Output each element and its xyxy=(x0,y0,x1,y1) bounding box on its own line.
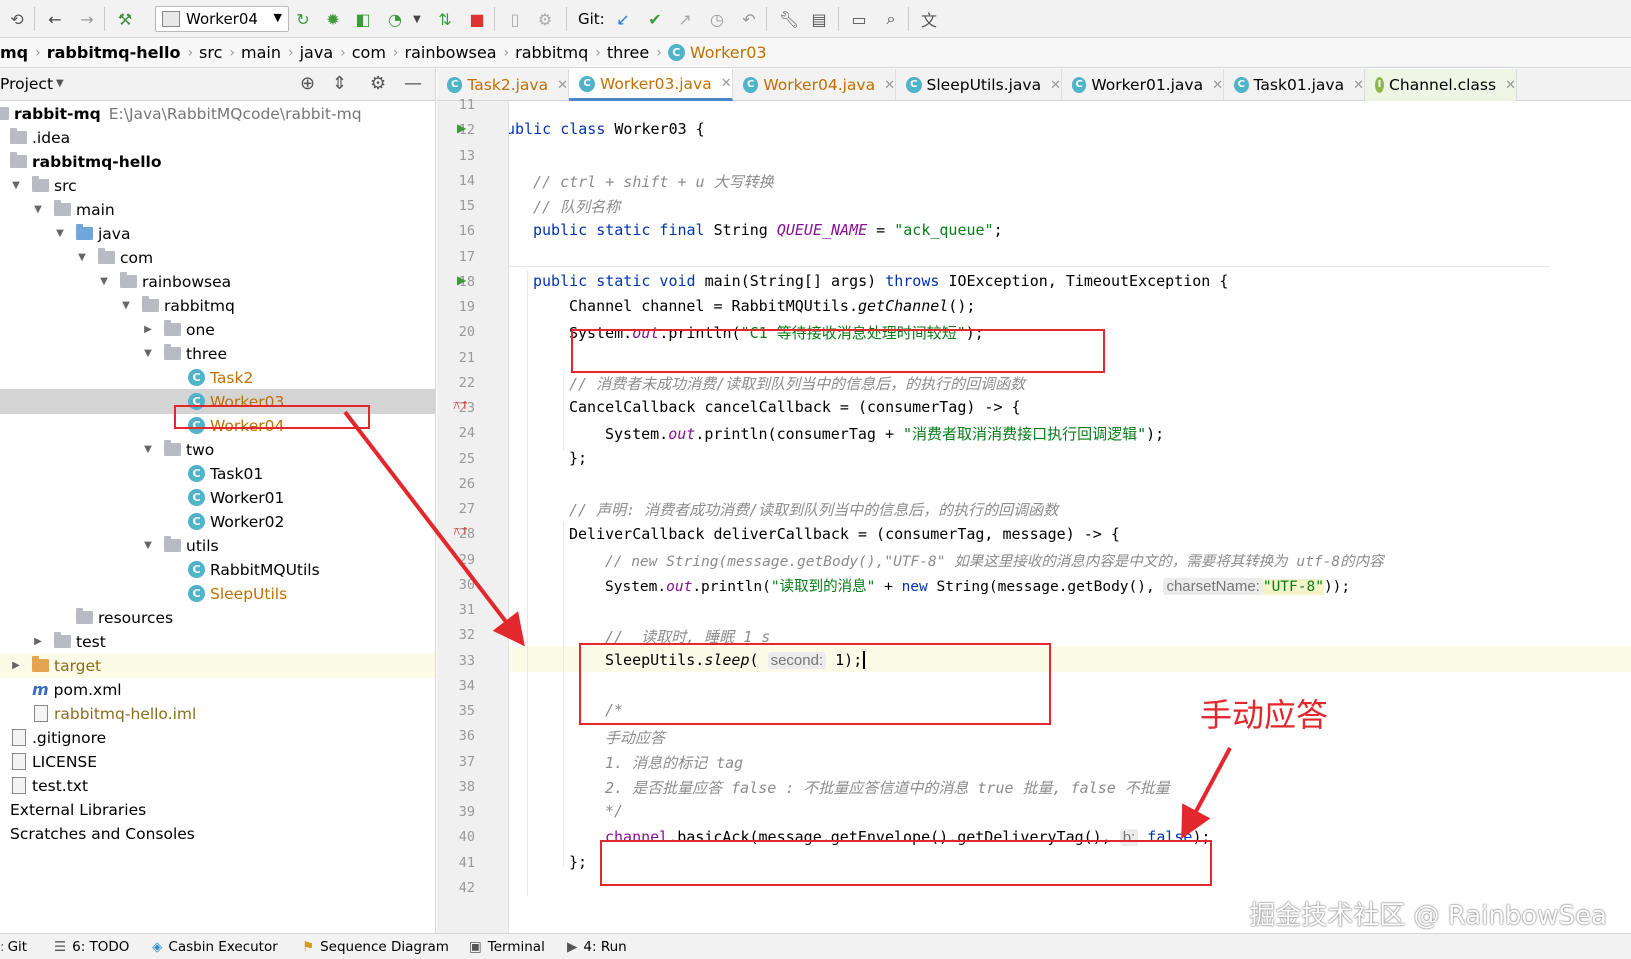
tool-tab-todo[interactable]: ☰ 6: TODO xyxy=(54,939,129,955)
bottom-tool-window-bar: : Git ☰ 6: TODO ◈ Casbin Executor ⚑ Sequence… xyxy=(0,933,1631,959)
sequence-diagram-icon: ⚑ xyxy=(302,939,315,955)
run-icon: ▶ xyxy=(567,939,578,955)
tool-tab-casbin[interactable]: ◈ Casbin Executor xyxy=(152,939,278,955)
watermark: 掘金技术社区 @ RainbowSea xyxy=(1249,901,1607,931)
casbin-icon: ◈ xyxy=(152,939,163,955)
tool-tab-terminal[interactable]: ▣ Terminal xyxy=(469,939,545,955)
tool-tab-run[interactable]: ▶ 4: Run xyxy=(567,939,627,955)
annotation-label: 手动应答 xyxy=(1200,696,1329,734)
annotation-arrow xyxy=(1181,747,1232,840)
terminal-icon: ▣ xyxy=(469,939,482,955)
annotation-arrows xyxy=(343,410,1232,840)
tool-tab-git[interactable]: : Git xyxy=(0,939,27,955)
list-icon: ☰ xyxy=(54,939,67,955)
annotation-arrow xyxy=(343,410,525,647)
tool-tab-sequence-diagram[interactable]: ⚑ Sequence Diagram xyxy=(302,939,449,955)
